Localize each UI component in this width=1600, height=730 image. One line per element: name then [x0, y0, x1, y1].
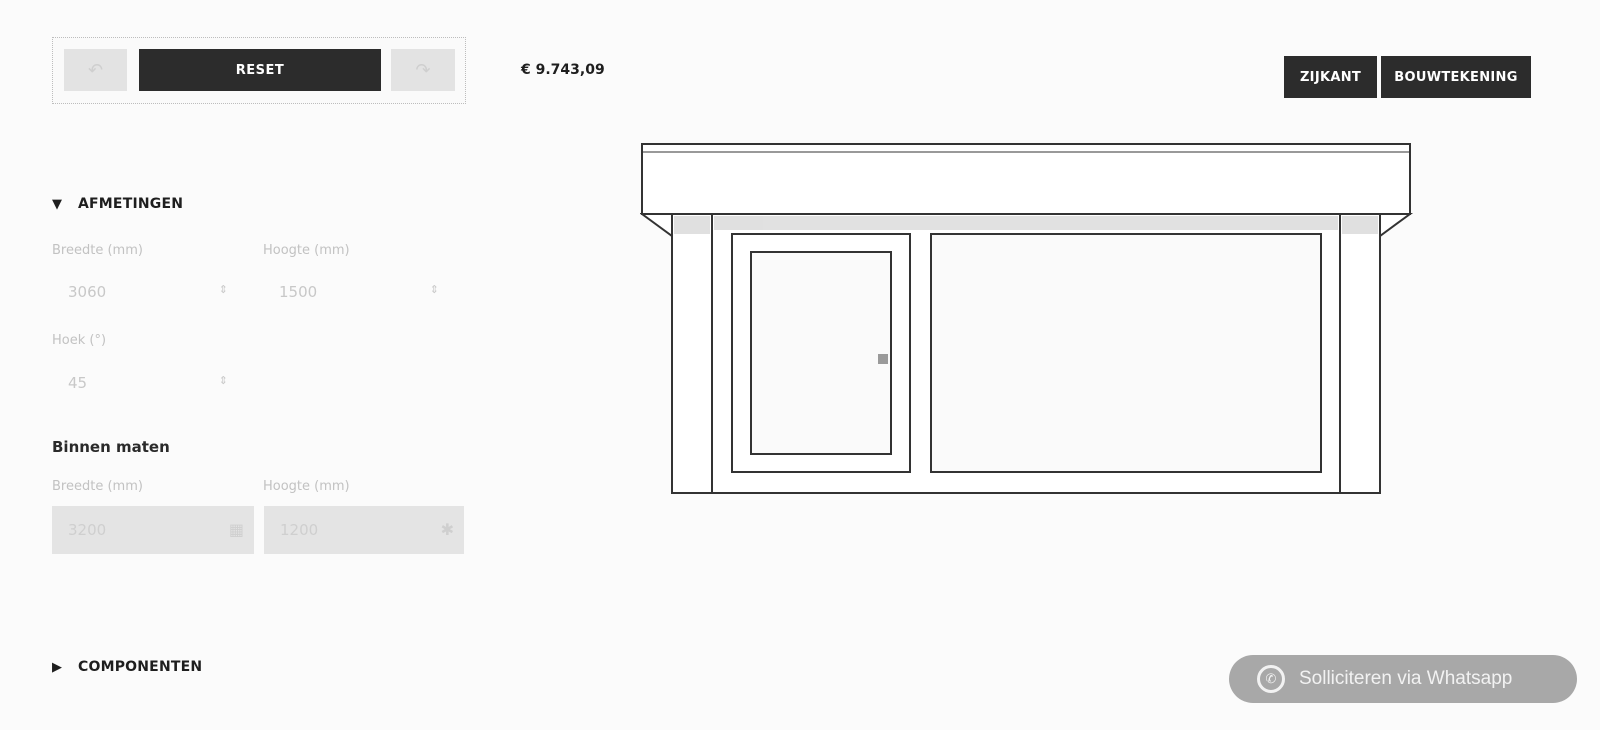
undo-icon: ↶ — [87, 59, 104, 81]
binnen-maten-title: Binnen maten — [52, 438, 170, 456]
hoogte-value: 1500 — [279, 283, 318, 301]
roof-right-end — [1379, 213, 1414, 238]
door-handle — [878, 354, 888, 364]
caret-down-icon: ▼ — [52, 196, 63, 212]
breedte-label: Breedte (mm) — [52, 243, 143, 258]
binnen-breedte-input: 3200 ▦ — [52, 506, 254, 554]
stepper-icon[interactable]: ⇕ — [430, 283, 439, 296]
roof-left-end — [640, 213, 673, 238]
undo-button[interactable]: ↶ — [64, 49, 127, 91]
configurator-toolbar: ↶ RESET ↷ — [52, 37, 466, 104]
binnen-breedte-value: 3200 — [68, 521, 107, 539]
stepper-icon[interactable]: ⇕ — [219, 374, 228, 387]
window-frame — [930, 233, 1322, 473]
roof-beam — [641, 143, 1411, 215]
post-left — [671, 213, 713, 494]
calculator-icon: ▦ — [228, 520, 244, 539]
binnen-hoogte-label: Hoogte (mm) — [263, 479, 350, 494]
hoek-input[interactable]: 45 ⇕ — [52, 366, 232, 400]
breedte-value: 3060 — [68, 283, 107, 301]
front-view-drawing — [640, 143, 1414, 494]
reset-button[interactable]: RESET — [139, 49, 381, 91]
settings-icon: ✱ — [440, 520, 454, 539]
side-view-button[interactable]: ZIJKANT — [1284, 56, 1377, 98]
redo-button[interactable]: ↷ — [391, 49, 455, 91]
post-right — [1339, 213, 1381, 494]
binnen-hoogte-value: 1200 — [280, 521, 319, 539]
whatsapp-icon: ✆ — [1257, 665, 1285, 693]
breedte-input[interactable]: 3060 ⇕ — [52, 275, 232, 309]
hoogte-input[interactable]: 1500 ⇕ — [263, 275, 443, 309]
stepper-icon[interactable]: ⇕ — [219, 283, 228, 296]
binnen-hoogte-input: 1200 ✱ — [264, 506, 464, 554]
door-leaf — [750, 251, 892, 455]
componenten-header[interactable]: ▶ COMPONENTEN — [52, 659, 202, 675]
binnen-breedte-label: Breedte (mm) — [52, 479, 143, 494]
whatsapp-label: Solliciteren via Whatsapp — [1299, 668, 1513, 689]
afmetingen-title: AFMETINGEN — [78, 196, 184, 212]
total-price: € 9.743,09 — [521, 62, 605, 78]
construction-drawing-button[interactable]: BOUWTEKENING — [1381, 56, 1531, 98]
whatsapp-apply-button[interactable]: ✆ Solliciteren via Whatsapp — [1229, 655, 1577, 703]
hoogte-label: Hoogte (mm) — [263, 243, 350, 258]
redo-icon: ↷ — [415, 59, 431, 81]
hoek-value: 45 — [68, 374, 88, 392]
hoek-label: Hoek (°) — [52, 333, 107, 348]
componenten-title: COMPONENTEN — [78, 659, 203, 675]
caret-right-icon: ▶ — [52, 659, 63, 675]
afmetingen-header[interactable]: ▼ AFMETINGEN — [52, 196, 183, 212]
